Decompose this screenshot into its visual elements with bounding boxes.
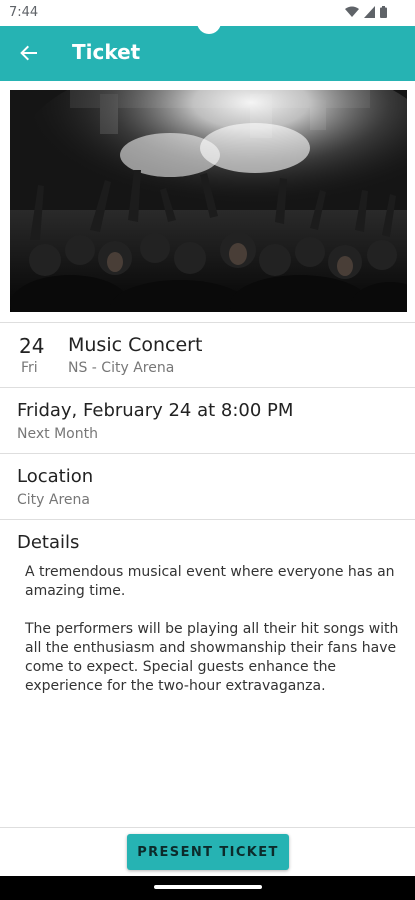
back-button[interactable] [16,40,42,66]
divider [0,322,415,323]
location-value: City Arena [17,492,90,508]
home-gesture-handle[interactable] [154,885,262,889]
event-date-day: Fri [21,360,38,376]
location-title: Location [17,466,94,487]
event-relative-time: Next Month [17,426,98,442]
divider [0,519,415,520]
details-title: Details [17,532,80,553]
concert-crowd-image [10,90,407,312]
signal-icon [364,6,375,18]
status-icons [345,6,387,18]
event-venue: NS - City Arena [68,360,175,376]
event-image [10,90,407,312]
battery-icon [380,6,387,18]
wifi-icon [345,6,359,17]
details-paragraph: The performers will be playing all their… [25,621,399,694]
event-name: Music Concert [68,334,203,356]
divider [0,453,415,454]
divider [0,387,415,388]
details-paragraph: A tremendous musical event where everyon… [25,564,395,599]
arrow-back-icon [20,45,37,61]
app-bar: Ticket [0,26,415,81]
page-title: Ticket [72,40,141,64]
event-date-number: 24 [19,334,45,358]
status-time: 7:44 [9,5,39,20]
present-ticket-button[interactable]: PRESENT TICKET [127,834,289,870]
event-datetime: Friday, February 24 at 8:00 PM [17,400,294,421]
